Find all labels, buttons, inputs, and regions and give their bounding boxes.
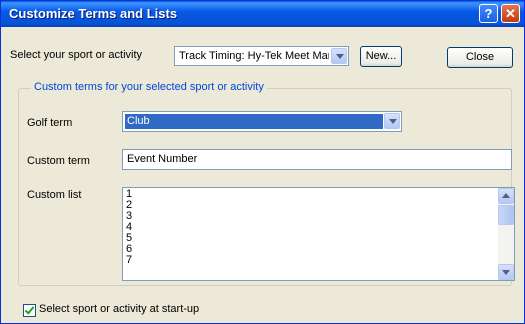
list-item[interactable]: 7 bbox=[123, 255, 514, 266]
golf-term-select[interactable]: Club bbox=[122, 111, 402, 132]
startup-label: Select sport or activity at start-up bbox=[39, 303, 200, 315]
chevron-down-icon[interactable] bbox=[331, 48, 347, 64]
list-item[interactable]: 1 bbox=[123, 189, 514, 200]
custom-term-input[interactable]: Event Number bbox=[122, 149, 512, 170]
startup-checkbox[interactable] bbox=[23, 304, 36, 317]
list-scrollbar[interactable] bbox=[498, 188, 514, 280]
custom-term-label: Custom term bbox=[27, 155, 90, 167]
new-button[interactable]: New... bbox=[360, 46, 402, 67]
golf-term-selection bbox=[125, 114, 383, 129]
sport-label: Select your sport or activity bbox=[10, 49, 143, 61]
custom-terms-legend: Custom terms for your selected sport or … bbox=[31, 81, 267, 93]
list-item[interactable]: 2 bbox=[123, 200, 514, 211]
title-bar[interactable]: Customize Terms and Lists ? ✕ bbox=[1, 1, 524, 27]
help-button[interactable]: ? bbox=[479, 4, 498, 23]
list-item[interactable]: 4 bbox=[123, 222, 514, 233]
window-close-button[interactable]: ✕ bbox=[501, 4, 520, 23]
custom-list-label: Custom list bbox=[27, 189, 82, 201]
list-item[interactable]: 6 bbox=[123, 244, 514, 255]
window-title: Customize Terms and Lists bbox=[9, 6, 178, 21]
scroll-down-icon[interactable] bbox=[498, 264, 514, 280]
list-item[interactable]: 5 bbox=[123, 233, 514, 244]
scroll-up-icon[interactable] bbox=[498, 188, 514, 204]
chevron-down-icon[interactable] bbox=[384, 113, 400, 129]
custom-term-value: Event Number bbox=[127, 153, 198, 165]
list-item[interactable]: 3 bbox=[123, 211, 514, 222]
sport-select[interactable]: Track Timing: Hy-Tek Meet Mana bbox=[174, 46, 349, 66]
close-button[interactable]: Close bbox=[447, 47, 513, 68]
custom-list[interactable]: 1 2 3 4 5 6 7 bbox=[122, 187, 515, 281]
scroll-thumb[interactable] bbox=[498, 205, 514, 225]
customize-dialog: Customize Terms and Lists ? ✕ Select you… bbox=[0, 0, 525, 324]
sport-select-value: Track Timing: Hy-Tek Meet Mana bbox=[179, 50, 329, 62]
golf-term-value: Club bbox=[127, 115, 150, 127]
golf-term-label: Golf term bbox=[27, 117, 73, 129]
